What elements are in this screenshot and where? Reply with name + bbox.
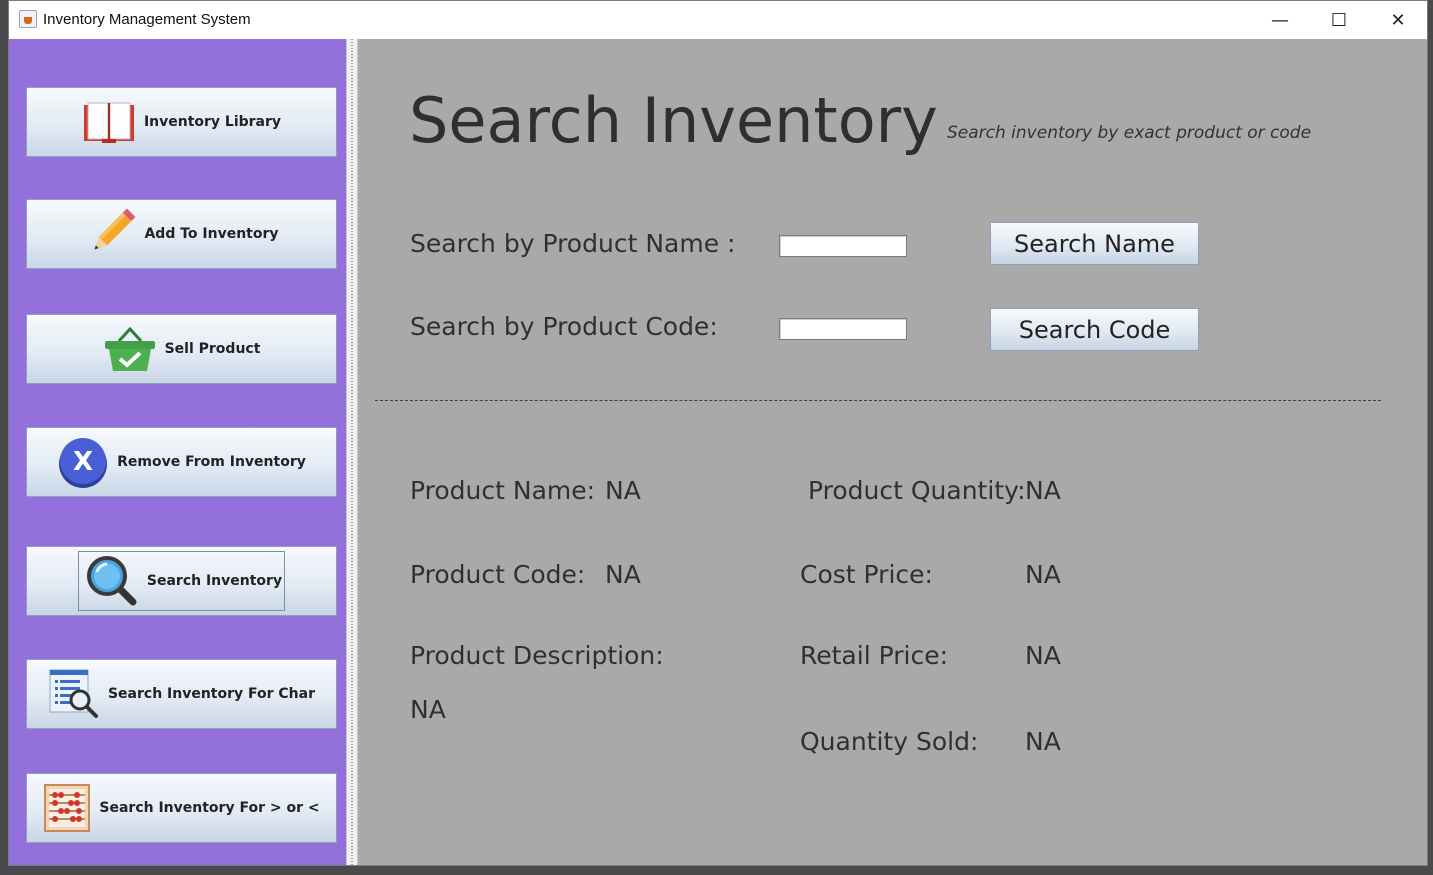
sidebar-item-search-inventory-for-char[interactable]: Search Inventory For Char <box>26 659 337 729</box>
search-code-button[interactable]: Search Code <box>990 308 1199 351</box>
retail-price-value: NA <box>1025 641 1061 670</box>
sidebar: Inventory Library Add To Inventory Sell … <box>9 39 346 865</box>
product-name-label: Product Name: <box>410 476 596 505</box>
search-code-label: Search by Product Code: <box>410 312 718 341</box>
focus-ring: Search Inventory <box>77 551 286 611</box>
sidebar-item-label: Sell Product <box>164 341 261 357</box>
window-title: Inventory Management System <box>43 11 251 28</box>
magnifier-icon <box>85 554 139 608</box>
divider-grip <box>351 39 353 865</box>
app-window: Inventory Management System — ☐ ✕ Invent… <box>8 0 1428 866</box>
page-subtitle: Search inventory by exact product or cod… <box>947 123 1312 143</box>
sidebar-item-label: Inventory Library <box>143 114 282 130</box>
remove-x-icon: X <box>57 436 109 488</box>
close-button[interactable]: ✕ <box>1369 1 1427 39</box>
title-bar: Inventory Management System — ☐ ✕ <box>9 1 1427 39</box>
product-code-input[interactable] <box>779 318 907 340</box>
main-panel: Search Inventory Search inventory by exa… <box>358 39 1427 865</box>
quantity-sold-value: NA <box>1025 727 1061 756</box>
basket-check-icon <box>103 325 157 373</box>
cost-price-value: NA <box>1025 560 1061 589</box>
product-name-input[interactable] <box>779 235 907 257</box>
maximize-button[interactable]: ☐ <box>1310 1 1368 39</box>
cost-price-label: Cost Price: <box>800 560 933 589</box>
page-title: Search Inventory <box>409 84 938 157</box>
abacus-icon <box>43 783 91 833</box>
svg-text:X: X <box>73 447 93 477</box>
product-code-label: Product Code: <box>410 560 586 589</box>
product-description-value: NA <box>410 695 446 724</box>
section-divider <box>375 400 1381 401</box>
product-quantity-value: NA <box>1025 476 1061 505</box>
sidebar-item-search-inventory-compare[interactable]: Search Inventory For > or < <box>26 773 337 843</box>
book-icon <box>82 99 136 145</box>
sidebar-item-label: Remove From Inventory <box>117 454 306 470</box>
sidebar-item-add-to-inventory[interactable]: Add To Inventory <box>26 199 337 269</box>
java-app-icon <box>19 10 37 28</box>
sidebar-item-search-inventory[interactable]: Search Inventory <box>26 546 337 616</box>
sidebar-item-label: Search Inventory For > or < <box>99 800 320 816</box>
product-description-label: Product Description: <box>410 641 664 670</box>
sidebar-item-sell-product[interactable]: Sell Product <box>26 314 337 384</box>
quantity-sold-label: Quantity Sold: <box>800 727 979 756</box>
product-name-value: NA <box>605 476 641 505</box>
product-code-value: NA <box>605 560 641 589</box>
sidebar-item-label: Search Inventory For Char <box>107 686 316 702</box>
sidebar-item-remove-from-inventory[interactable]: X Remove From Inventory <box>26 427 337 497</box>
list-search-icon <box>48 668 100 720</box>
product-quantity-label: Product Quantity: <box>808 476 1026 505</box>
sidebar-item-label: Add To Inventory <box>144 226 279 242</box>
sidebar-item-inventory-library[interactable]: Inventory Library <box>26 87 337 157</box>
sidebar-item-label: Search Inventory <box>146 573 283 589</box>
split-pane-divider[interactable] <box>346 39 358 865</box>
retail-price-label: Retail Price: <box>800 641 948 670</box>
search-name-label: Search by Product Name : <box>410 229 736 258</box>
pencil-icon <box>84 208 136 260</box>
minimize-button[interactable]: — <box>1251 1 1309 39</box>
search-name-button[interactable]: Search Name <box>990 222 1199 265</box>
